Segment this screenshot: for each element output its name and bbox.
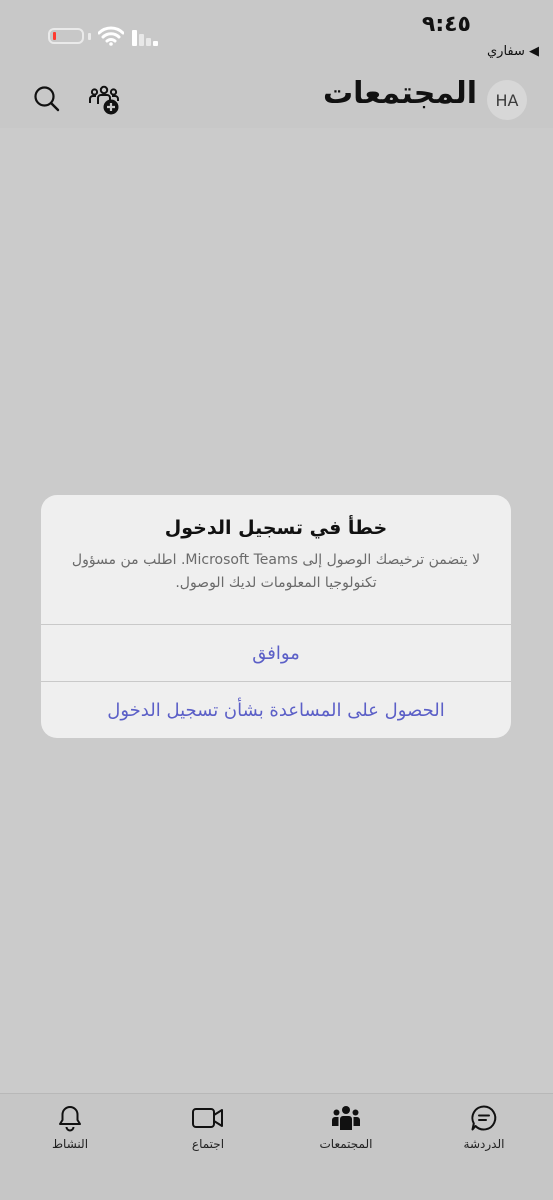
tab-communities-label: المجتمعات [319,1137,373,1151]
video-icon [192,1108,223,1128]
back-to-safari-link[interactable]: ◀ سفاري [487,44,539,59]
battery-icon [48,28,91,44]
dialog-title: خطأ في تسجيل الدخول [164,517,388,539]
communities-icon [332,1106,360,1130]
cellular-signal-icon [132,30,162,50]
chat-icon [471,1105,497,1131]
bell-icon [59,1106,81,1132]
search-icon [34,86,60,112]
status-time: ٩:٤٥ [421,12,471,37]
dialog-message: لا يتضمن ترخيصك الوصول إلى Microsoft Tea… [71,552,481,591]
login-error-dialog: خطأ في تسجيل الدخول لا يتضمن ترخيصك الوص… [41,495,511,738]
tab-meeting-label: اجتماع [191,1137,225,1151]
tab-chat-label: الدردشة [463,1137,505,1151]
status-bar: ٩:٤٥ ◀ سفاري [0,0,553,72]
new-community-button[interactable] [88,84,120,116]
tab-chat[interactable]: الدردشة [434,1104,534,1151]
ok-button[interactable]: موافق [41,625,511,681]
wifi-icon [97,26,125,50]
search-button[interactable] [32,84,62,114]
page-title: المجتمعات [323,76,477,111]
avatar[interactable]: HA [487,80,527,120]
tab-activity-label: النشاط [51,1137,89,1151]
tab-communities[interactable]: المجتمعات [296,1104,396,1151]
bottom-tab-bar: الدردشة المجتمعات اجتماع النشاط [0,1093,553,1200]
tab-activity[interactable]: النشاط [20,1104,120,1151]
new-community-icon [89,85,119,115]
login-help-button[interactable]: الحصول على المساعدة بشأن تسجيل الدخول [41,682,511,738]
top-header: HA المجتمعات [0,72,553,128]
tab-meeting[interactable]: اجتماع [158,1104,258,1151]
